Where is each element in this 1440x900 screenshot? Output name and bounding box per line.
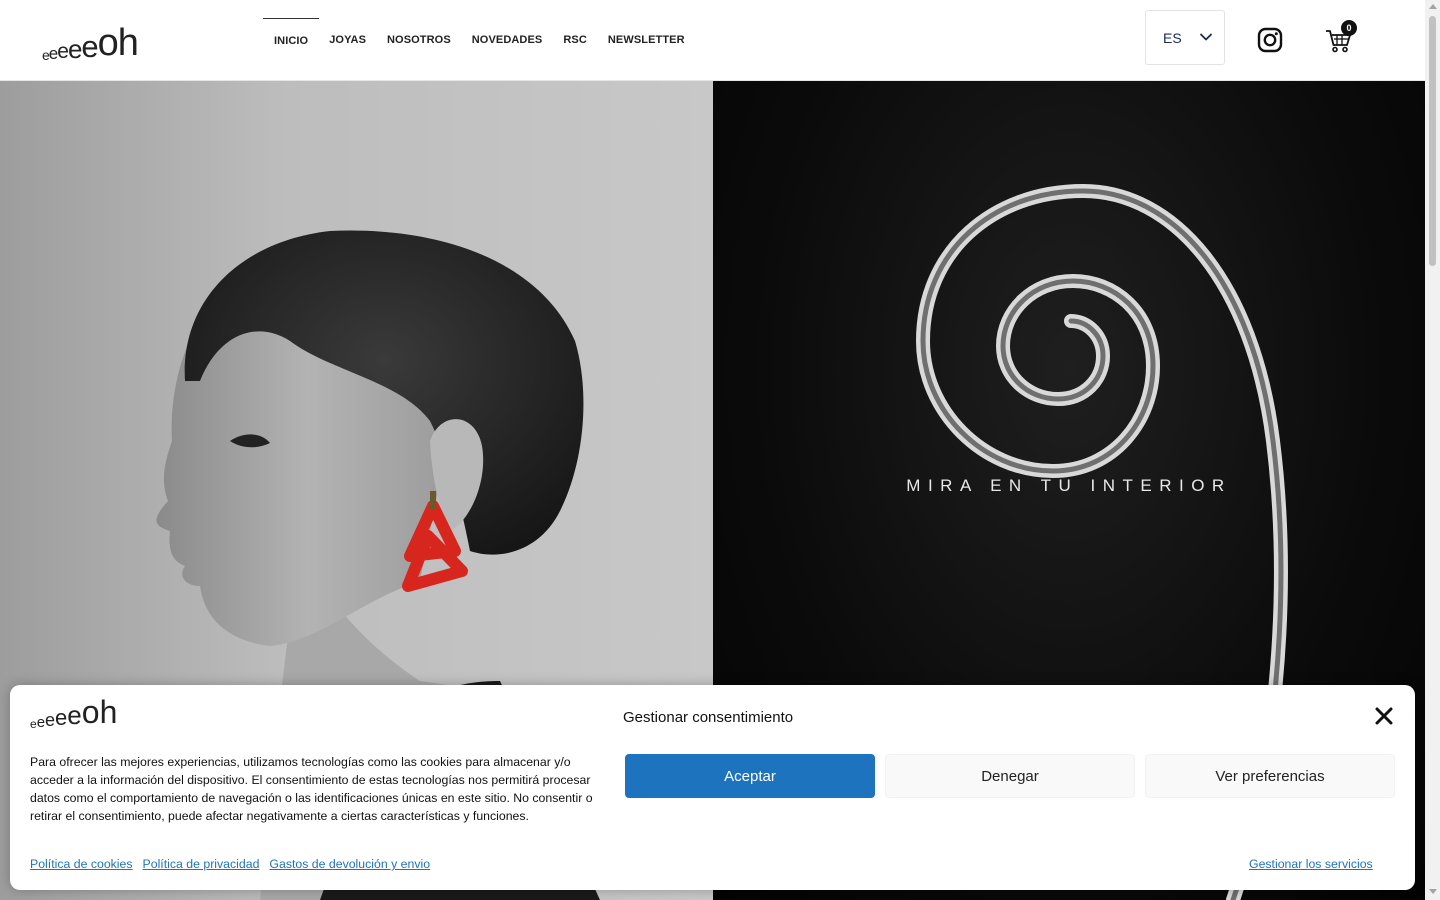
view-preferences-button[interactable]: Ver preferencias (1145, 754, 1395, 798)
nav-item-rsc[interactable]: RSC (553, 18, 598, 63)
manage-services-link[interactable]: Gestionar los servicios (1249, 857, 1373, 871)
scroll-up-arrow-icon[interactable] (1429, 4, 1437, 9)
cart-count-badge: 0 (1341, 20, 1357, 36)
main-nav: INICIO JOYAS NOSOTROS NOVEDADES RSC NEWS… (263, 18, 695, 63)
consent-links: Política de cookies Política de privacid… (30, 857, 430, 871)
language-code: ES (1163, 29, 1182, 46)
nav-item-joyas[interactable]: JOYAS (319, 18, 377, 63)
scrollbar-thumb[interactable] (1429, 16, 1436, 266)
chevron-down-icon (1200, 33, 1212, 41)
hero-tagline: MIRA EN TU INTERIOR (906, 476, 1232, 495)
nav-item-nosotros[interactable]: NOSOTROS (377, 18, 462, 63)
instagram-icon[interactable] (1257, 27, 1283, 53)
deny-button[interactable]: Denegar (885, 754, 1135, 798)
consent-text: Para ofrecer las mejores experiencias, u… (30, 755, 593, 823)
language-selector[interactable]: ES (1145, 10, 1225, 65)
scroll-down-arrow-icon[interactable] (1429, 889, 1437, 894)
close-icon[interactable] (1375, 707, 1393, 725)
page-scrollbar[interactable] (1425, 0, 1440, 900)
nav-item-inicio[interactable]: INICIO (263, 18, 319, 63)
nav-item-novedades[interactable]: NOVEDADES (461, 18, 553, 63)
brand-logo[interactable]: e e e e e oh (42, 18, 139, 62)
accept-button[interactable]: Aceptar (625, 754, 875, 798)
site-header: e e e e e oh INICIO JOYAS NOSOTROS NOVEDADES … (0, 0, 1425, 81)
privacy-policy-link[interactable]: Política de privacidad (143, 857, 260, 871)
consent-logo: e e e e e oh (30, 694, 118, 731)
cookie-consent-banner: e e e e e oh Gestionar consentimiento Para of… (10, 685, 1415, 890)
consent-title: Gestionar consentimiento (623, 709, 794, 726)
returns-shipping-link[interactable]: Gastos de devolución y envio (269, 857, 430, 871)
cookie-policy-link[interactable]: Política de cookies (30, 857, 133, 871)
nav-item-newsletter[interactable]: NEWSLETTER (597, 18, 695, 63)
